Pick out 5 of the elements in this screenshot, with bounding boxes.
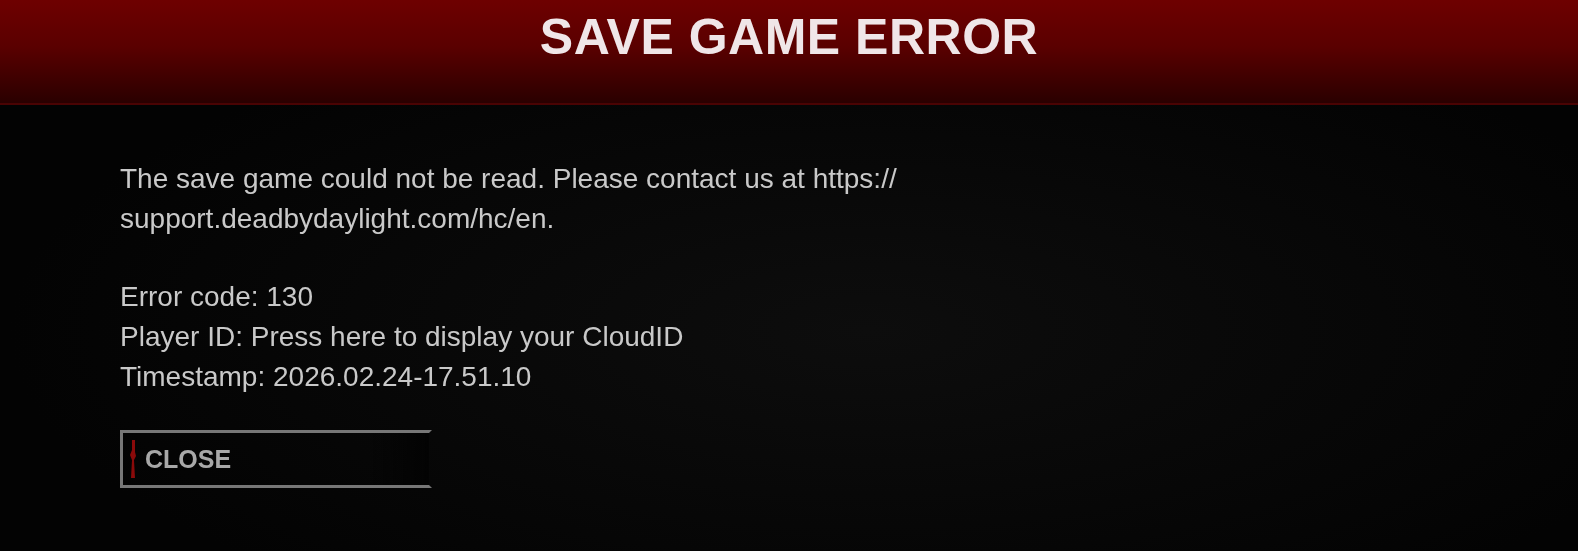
dialog-title: SAVE GAME ERROR <box>539 8 1039 66</box>
error-details: Error code: 130 Player ID: Press here to display your CloudID Timestamp: 2026.02.24-17.51.10 <box>120 280 685 394</box>
blood-mark-icon <box>129 440 137 478</box>
close-button[interactable]: CLOSE <box>120 430 432 488</box>
error-message: The save game could not be read. Please contact us at https:// support.deadbydaylight.com/hc/en. <box>120 162 898 236</box>
